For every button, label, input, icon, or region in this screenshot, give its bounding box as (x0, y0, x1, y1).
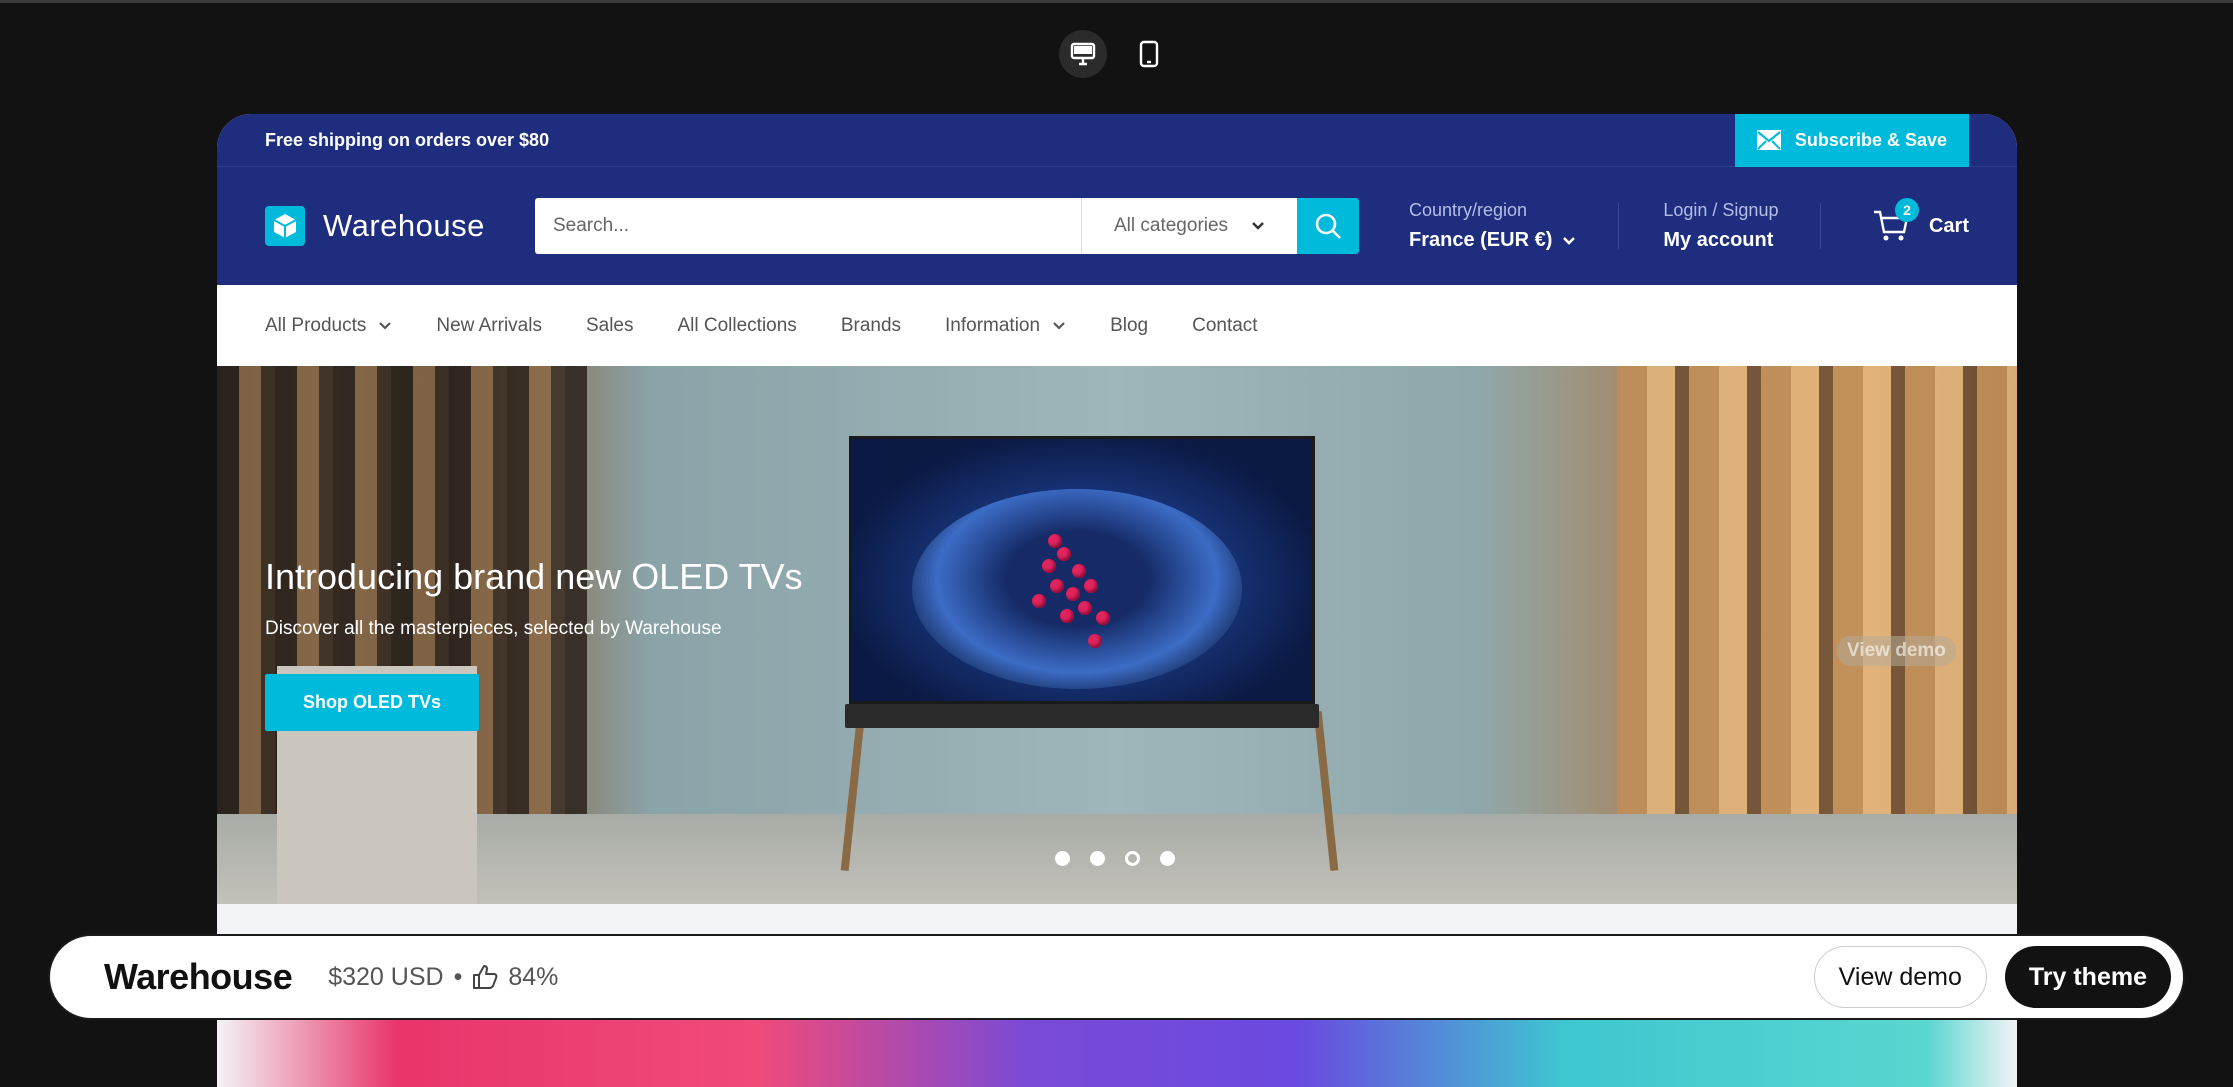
slideshow-dots (1055, 851, 1175, 866)
nav-label: Information (945, 314, 1041, 336)
site-logo[interactable]: Warehouse (265, 206, 535, 246)
account-label: Login / Signup (1663, 200, 1779, 220)
search-bar: All categories (535, 198, 1359, 254)
category-select[interactable]: All categories (1081, 198, 1297, 254)
search-button[interactable] (1297, 198, 1359, 254)
category-select-value: All categories (1114, 215, 1229, 236)
hero-subtitle: Discover all the masterpieces, selected … (265, 618, 722, 639)
bottom-bar-actions: View demo Try theme (1813, 946, 2171, 1008)
header-divider (1618, 203, 1620, 249)
search-input[interactable] (535, 198, 1081, 254)
cart-link[interactable]: 2 Cart (1873, 198, 1969, 242)
window-top-border (0, 0, 2233, 3)
device-toggle (1059, 30, 1173, 78)
nav-item-all-collections[interactable]: All Collections (677, 315, 796, 337)
logo-text: Warehouse (323, 208, 485, 243)
chevron-down-icon (1053, 321, 1065, 330)
hero-title: Introducing brand new OLED TVs (265, 556, 803, 597)
nav-item-contact[interactable]: Contact (1192, 315, 1257, 337)
nav-item-blog[interactable]: Blog (1110, 315, 1148, 337)
theme-meta: $320 USD • 84% (328, 963, 558, 992)
nav-item-new-arrivals[interactable]: New Arrivals (436, 315, 542, 337)
nav-label: All Products (265, 314, 367, 336)
subscribe-button[interactable]: Subscribe & Save (1734, 114, 1969, 167)
view-demo-button[interactable]: View demo (1813, 946, 1987, 1008)
site-header: Warehouse All categories Country/region … (217, 167, 2017, 285)
main-nav: All Products New Arrivals Sales All Coll… (217, 285, 2017, 366)
theme-name: Warehouse (104, 956, 293, 997)
announcement-bar: Free shipping on orders over $80 Subscri… (217, 114, 2017, 167)
chevron-down-icon (1252, 222, 1264, 230)
desktop-icon (1070, 42, 1096, 66)
announcement-text: Free shipping on orders over $80 (265, 129, 550, 150)
promo-gradient-banner (217, 1019, 2017, 1087)
nav-item-all-products[interactable]: All Products (265, 315, 392, 337)
slide-dot-active[interactable] (1125, 851, 1140, 866)
nav-label: Blog (1110, 314, 1149, 336)
nav-label: New Arrivals (436, 314, 542, 336)
mobile-view-button[interactable] (1125, 30, 1173, 78)
mail-icon (1756, 130, 1781, 150)
header-divider (1820, 203, 1822, 249)
nav-label: Sales (585, 314, 634, 336)
cart-label: Cart (1928, 214, 1969, 237)
nav-item-sales[interactable]: Sales (586, 315, 634, 337)
slide-dot[interactable] (1090, 851, 1105, 866)
country-label: Country/region (1409, 200, 1528, 220)
nav-label: Brands (840, 314, 902, 336)
mobile-icon (1139, 40, 1159, 68)
search-icon (1315, 213, 1341, 239)
tv-soundbar (845, 704, 1319, 728)
theme-bottom-bar: Warehouse $320 USD • 84% View demo Try t… (48, 934, 2185, 1020)
chevron-down-icon (379, 321, 392, 330)
chevron-down-icon (1563, 236, 1576, 245)
cart-count-badge: 2 (1894, 198, 1919, 222)
slide-dot[interactable] (1160, 851, 1175, 866)
slide-dot[interactable] (1055, 851, 1070, 866)
theme-price: $320 USD (328, 962, 444, 991)
thumbs-up-icon (473, 965, 498, 989)
hero-slideshow: Introducing brand new OLED TVs Discover … (217, 366, 2017, 904)
country-value-row: France (EUR €) (1409, 229, 1576, 252)
desktop-view-button[interactable] (1059, 30, 1107, 78)
nav-label: All Collections (677, 314, 797, 336)
hero-view-demo-overlay[interactable]: View demo (1837, 636, 1956, 666)
nav-item-information[interactable]: Information (945, 315, 1066, 337)
account-link[interactable]: Login / Signup My account (1663, 200, 1778, 252)
cube-logo-icon (265, 206, 305, 246)
content-strip (217, 904, 2017, 934)
account-value: My account (1663, 229, 1774, 251)
theme-rating: 84% (508, 962, 559, 991)
country-selector[interactable]: Country/region France (EUR €) (1409, 200, 1576, 252)
country-value: France (EUR €) (1409, 229, 1553, 251)
meta-separator: • (453, 962, 463, 991)
try-theme-button[interactable]: Try theme (2004, 946, 2171, 1008)
subscribe-label: Subscribe & Save (1794, 129, 1947, 150)
nav-item-brands[interactable]: Brands (841, 315, 901, 337)
hero-copy: Introducing brand new OLED TVs Discover … (265, 556, 803, 731)
shop-oled-button[interactable]: Shop OLED TVs (265, 674, 480, 731)
hero-tv-image (849, 436, 1315, 704)
nav-label: Contact (1192, 314, 1258, 336)
